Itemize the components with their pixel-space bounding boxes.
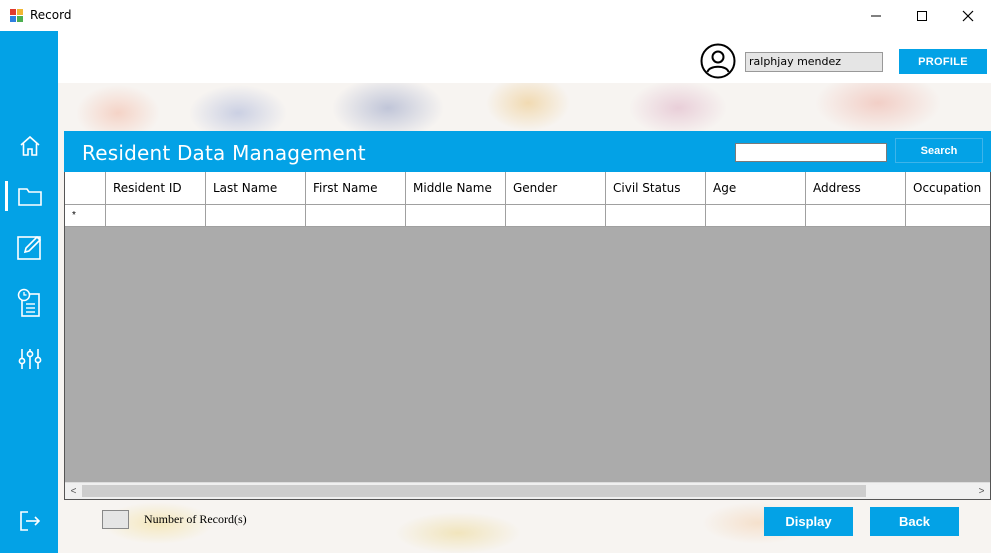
- username-field[interactable]: ralphjay mendez: [745, 52, 883, 72]
- scrollbar-thumb[interactable]: [82, 485, 866, 497]
- resident-data-grid[interactable]: Resident ID Last Name First Name Middle …: [64, 172, 991, 500]
- page-title: Resident Data Management: [82, 141, 366, 165]
- search-button[interactable]: Search: [895, 138, 983, 163]
- table-cell[interactable]: [406, 205, 506, 227]
- user-avatar: [700, 43, 736, 79]
- sidebar-item-records[interactable]: [15, 181, 45, 211]
- sidebar-active-indicator: [5, 181, 8, 211]
- close-button[interactable]: [945, 0, 991, 31]
- sidebar-item-edit[interactable]: [15, 232, 45, 262]
- logout-button[interactable]: [15, 506, 45, 536]
- column-header-first-name[interactable]: First Name: [306, 172, 406, 205]
- sidebar-item-logs[interactable]: [15, 288, 45, 318]
- window-title: Record: [30, 8, 72, 22]
- column-header-last-name[interactable]: Last Name: [206, 172, 306, 205]
- column-header-middle-name[interactable]: Middle Name: [406, 172, 506, 205]
- table-cell[interactable]: [606, 205, 706, 227]
- logout-icon: [20, 511, 41, 531]
- close-icon: [962, 10, 974, 21]
- table-row-new[interactable]: *: [65, 205, 990, 227]
- minimize-button[interactable]: [853, 0, 899, 31]
- edit-icon: [17, 235, 42, 260]
- sliders-icon: [18, 349, 42, 369]
- home-icon: [20, 135, 40, 156]
- folder-icon: [18, 188, 42, 206]
- scroll-right-button[interactable]: >: [973, 483, 990, 499]
- new-row-marker[interactable]: *: [65, 205, 106, 227]
- back-button[interactable]: Back: [870, 507, 959, 536]
- table-cell[interactable]: [806, 205, 906, 227]
- app-icon: [10, 9, 23, 22]
- sidebar-item-settings[interactable]: [15, 344, 45, 374]
- scroll-left-button[interactable]: <: [65, 483, 82, 499]
- horizontal-scrollbar[interactable]: < >: [65, 482, 990, 499]
- clipboard-clock-icon: [17, 288, 40, 317]
- grid-header-row: Resident ID Last Name First Name Middle …: [65, 172, 990, 205]
- table-cell[interactable]: [706, 205, 806, 227]
- display-button[interactable]: Display: [764, 507, 853, 536]
- column-header-age[interactable]: Age: [706, 172, 806, 205]
- table-cell[interactable]: [106, 205, 206, 227]
- column-header-occupation[interactable]: Occupation: [906, 172, 990, 205]
- search-input[interactable]: [735, 143, 887, 162]
- record-count-field[interactable]: [102, 510, 129, 529]
- sidebar-item-home[interactable]: [15, 131, 45, 161]
- column-header-civil-status[interactable]: Civil Status: [606, 172, 706, 205]
- profile-button[interactable]: PROFILE: [899, 49, 987, 74]
- minimize-icon: [871, 15, 881, 16]
- column-header-gender[interactable]: Gender: [506, 172, 606, 205]
- maximize-icon: [917, 10, 927, 21]
- table-cell[interactable]: [906, 205, 990, 227]
- maximize-button[interactable]: [899, 0, 945, 31]
- table-cell[interactable]: [506, 205, 606, 227]
- sidebar: [0, 31, 58, 553]
- table-cell[interactable]: [306, 205, 406, 227]
- record-count-label: Number of Record(s): [144, 512, 247, 526]
- title-bar: Record: [0, 0, 991, 31]
- user-icon: [700, 43, 736, 79]
- table-cell[interactable]: [206, 205, 306, 227]
- column-header-address[interactable]: Address: [806, 172, 906, 205]
- chevron-right-icon: >: [978, 486, 985, 497]
- row-header-corner[interactable]: [65, 172, 106, 205]
- chevron-left-icon: <: [70, 486, 77, 497]
- column-header-resident-id[interactable]: Resident ID: [106, 172, 206, 205]
